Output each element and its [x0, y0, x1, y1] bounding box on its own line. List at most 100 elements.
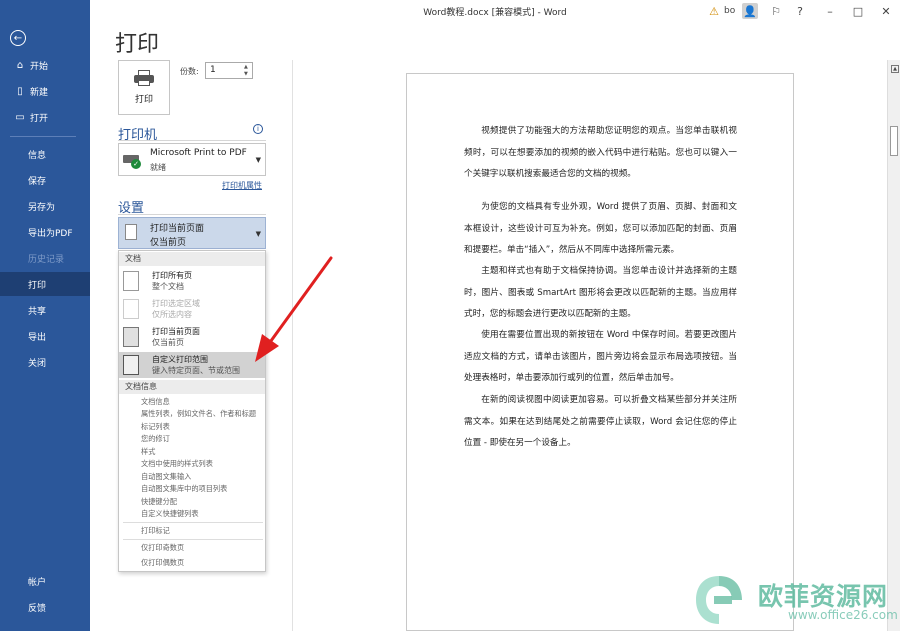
printer-properties-link[interactable]: 打印机属性	[222, 180, 262, 191]
printer-icon	[134, 70, 154, 86]
close-icon[interactable]: ✕	[878, 3, 894, 19]
menu-item-key-assignments[interactable]: 快捷键分配	[141, 497, 177, 507]
menu-item-markup-desc: 您的修订	[141, 434, 170, 443]
print-range-title: 打印当前页面	[150, 224, 205, 234]
sidebar-item-share[interactable]: 共享	[0, 298, 90, 322]
spin-up-icon[interactable]: ▲	[244, 64, 251, 71]
menu-item-desc: 仅当前页	[152, 338, 184, 347]
chevron-down-icon: ▼	[255, 156, 261, 164]
menu-item-styles-desc: 文档中使用的样式列表	[141, 459, 213, 468]
menu-item-title: 打印选定区域	[152, 299, 200, 308]
sidebar-item-label: 反馈	[28, 603, 47, 614]
menu-item-title: 自定义打印范围	[152, 355, 208, 364]
minimize-icon[interactable]: –	[822, 3, 838, 19]
menu-item-print-selection: 打印选定区域 仅所选内容	[119, 296, 265, 322]
title-bar: Word教程.docx [兼容模式] - Word ⚠ bo 👤 ⚐ ? – □…	[90, 0, 900, 22]
pages-icon	[123, 271, 139, 291]
menu-item-key-assignments-desc: 自定义快捷键列表	[141, 509, 199, 518]
sidebar-item-label: 打印	[28, 280, 47, 291]
sidebar-item-feedback[interactable]: 反馈	[0, 595, 90, 619]
sidebar-item-home[interactable]: ⌂ 开始	[0, 53, 90, 77]
doc-paragraph: 主题和样式也有助于文档保持协调。当您单击设计并选择新的主题时，图片、图表或 Sm…	[464, 266, 737, 319]
menu-item-print-current[interactable]: 打印当前页面 仅当前页	[119, 324, 265, 350]
menu-item-print-all[interactable]: 打印所有页 整个文档	[119, 268, 265, 294]
custom-range-icon	[123, 355, 139, 375]
sidebar-item-label: 另存为	[28, 202, 56, 213]
menu-divider	[123, 522, 263, 523]
menu-item-desc: 仅所选内容	[152, 310, 192, 319]
sidebar-item-new[interactable]: ▯ 新建	[0, 79, 90, 103]
doc-paragraph: 在新的阅读视图中阅读更加容易。可以折叠文档某些部分并关注所需文本。如果在达到结尾…	[464, 395, 737, 448]
sidebar-item-history: 历史记录	[0, 246, 90, 270]
sidebar-item-export[interactable]: 导出	[0, 324, 90, 348]
home-icon: ⌂	[16, 59, 24, 71]
sidebar-item-label: 共享	[28, 306, 47, 317]
doc-paragraph: 使用在需要位置出现的新按钮在 Word 中保存时间。若要更改图片适应文档的方式，…	[464, 330, 737, 383]
menu-group-doc-info: 文档信息	[119, 380, 265, 394]
sidebar-item-info[interactable]: 信息	[0, 142, 90, 166]
new-doc-icon: ▯	[17, 85, 23, 97]
menu-item-even-pages[interactable]: 仅打印偶数页	[141, 558, 184, 568]
sidebar-item-label: 保存	[28, 176, 47, 187]
sidebar-item-export-pdf[interactable]: 导出为PDF	[0, 220, 90, 244]
copies-input[interactable]: 1 ▲ ▼	[205, 62, 253, 79]
sidebar-item-label: 导出	[28, 332, 47, 343]
printer-name: Microsoft Print to PDF	[150, 148, 247, 158]
printer-dropdown[interactable]: ✓ Microsoft Print to PDF 就绪 ▼	[118, 143, 266, 176]
doc-paragraph: 为使您的文档具有专业外观，Word 提供了页眉、页脚、封面和文本框设计，这些设计…	[464, 202, 737, 255]
chevron-down-icon: ▼	[255, 230, 261, 238]
menu-item-desc: 键入特定页面、节或范围	[152, 366, 240, 375]
sidebar-item-print[interactable]: 打印	[0, 272, 90, 296]
menu-item-title: 打印所有页	[152, 271, 192, 280]
menu-item-title: 打印当前页面	[152, 327, 200, 336]
spin-down-icon[interactable]: ▼	[244, 71, 251, 78]
menu-item-autotext[interactable]: 自动图文集输入	[141, 472, 191, 482]
menu-item-custom-range[interactable]: 自定义打印范围 键入特定页面、节或范围	[119, 352, 265, 378]
print-range-dropdown[interactable]: 打印当前页面 仅当前页 ▼	[118, 217, 266, 249]
avatar[interactable]: 👤	[742, 3, 758, 19]
printer-status: 就绪	[150, 163, 166, 172]
sidebar-item-save[interactable]: 保存	[0, 168, 90, 192]
print-button[interactable]: 打印	[118, 60, 170, 115]
page-title: 打印	[115, 32, 160, 57]
back-arrow-icon[interactable]: ←	[10, 30, 26, 46]
sidebar-item-label: 信息	[28, 150, 47, 161]
menu-item-doc-info[interactable]: 文档信息	[141, 397, 170, 407]
help-icon[interactable]: ?	[792, 3, 808, 19]
menu-item-print-markup[interactable]: 打印标记	[141, 526, 170, 536]
scroll-up-icon[interactable]: ▲	[891, 65, 899, 73]
feedback-icon[interactable]: ⚐	[768, 3, 784, 19]
copies-value: 1	[210, 65, 216, 75]
folder-open-icon: ▭	[15, 111, 25, 123]
menu-item-doc-info-desc: 属性列表，例如文件名、作者和标题	[141, 409, 257, 418]
sidebar-item-account[interactable]: 帐户	[0, 569, 90, 593]
printer-ready-icon: ✓	[123, 152, 141, 169]
menu-item-odd-pages[interactable]: 仅打印奇数页	[141, 543, 184, 553]
menu-item-styles[interactable]: 样式	[141, 447, 155, 457]
page-icon	[125, 224, 137, 240]
menu-item-desc: 整个文档	[152, 282, 184, 291]
warning-icon[interactable]: ⚠	[706, 3, 722, 19]
maximize-icon[interactable]: □	[850, 3, 866, 19]
print-button-label: 打印	[134, 95, 153, 105]
menu-divider	[123, 539, 263, 540]
menu-group-documents: 文档	[119, 252, 265, 266]
menu-item-markup-list[interactable]: 标记列表	[141, 422, 170, 432]
page-icon	[123, 327, 139, 347]
sidebar-item-label: 关闭	[28, 358, 47, 369]
sidebar-item-close[interactable]: 关闭	[0, 350, 90, 374]
sidebar-divider	[10, 136, 76, 137]
office26-logo-icon	[696, 576, 742, 624]
info-icon[interactable]: i	[253, 124, 263, 134]
sidebar-item-label: 开始	[30, 61, 49, 72]
watermark: 欧菲资源网 www.office26.com	[692, 572, 900, 631]
selection-icon	[123, 299, 139, 319]
sidebar-item-save-as[interactable]: 另存为	[0, 194, 90, 218]
backstage-sidebar: ← ⌂ 开始 ▯ 新建 ▭ 打开 信息 保存 另存为 导出为PDF 历史记录 打印 共…	[0, 0, 90, 631]
preview-scrollbar[interactable]: ▲	[887, 60, 900, 631]
scrollbar-thumb[interactable]	[890, 126, 898, 156]
section-divider	[118, 140, 266, 141]
user-name[interactable]: bo	[724, 3, 735, 19]
sidebar-item-open[interactable]: ▭ 打开	[0, 105, 90, 129]
sidebar-item-label: 导出为PDF	[28, 228, 73, 239]
